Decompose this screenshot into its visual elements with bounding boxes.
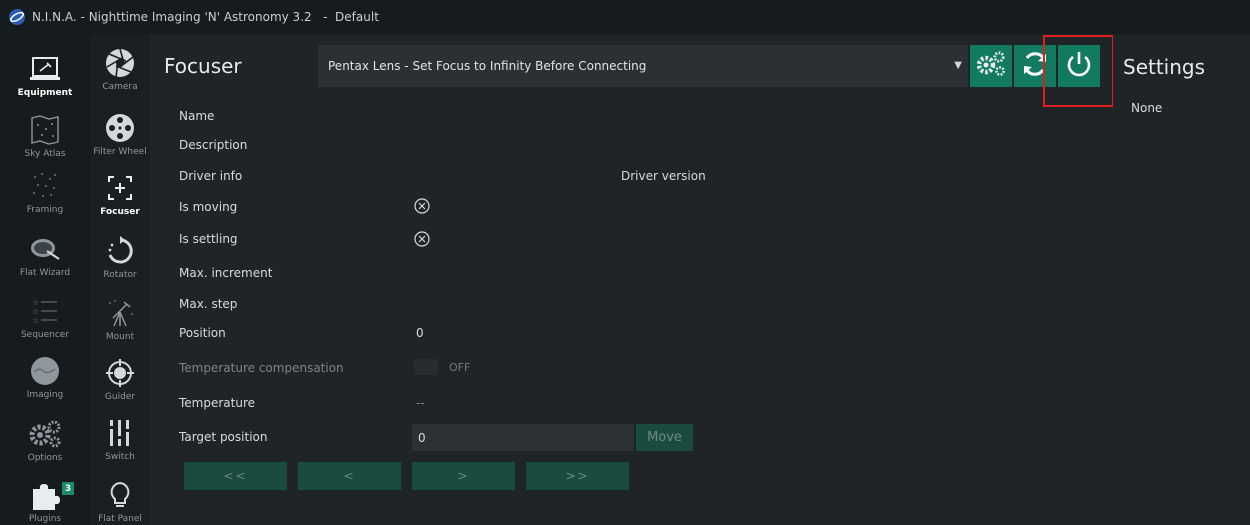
nina-logo-icon xyxy=(8,8,26,26)
nav-label: Sky Atlas xyxy=(24,149,66,159)
nav-filter-wheel[interactable]: Filter Wheel xyxy=(90,111,150,157)
target-position-input[interactable]: 0 xyxy=(412,424,634,451)
nav-focuser[interactable]: Focuser xyxy=(90,171,150,217)
settings-title: Settings xyxy=(1123,55,1206,79)
nav-sequencer[interactable]: ☆ ☆ ☆ Sequencer xyxy=(0,294,90,340)
gears-icon xyxy=(974,50,1008,82)
description-label: Description xyxy=(179,138,248,152)
title-bar: N.I.N.A. - Nighttime Imaging 'N' Astrono… xyxy=(0,0,1250,34)
equipment-nav: Camera Filter Wheel Focuser Rotator Moun… xyxy=(90,34,150,525)
nav-label: Flat Panel xyxy=(98,514,142,524)
focuser-icon xyxy=(102,171,138,205)
settings-value: None xyxy=(1131,101,1163,115)
nav-flat-panel[interactable]: Flat Panel xyxy=(90,478,150,524)
nav-options[interactable]: Options xyxy=(0,417,90,463)
nav-switch[interactable]: Switch xyxy=(90,416,150,462)
rotator-icon xyxy=(102,234,138,268)
nav-label: Filter Wheel xyxy=(93,147,147,157)
nav-framing[interactable]: Framing xyxy=(0,169,90,215)
driver-version-label: Driver version xyxy=(621,169,706,183)
gears-icon xyxy=(27,417,63,451)
nav-equipment[interactable]: Equipment xyxy=(0,52,90,98)
flat-wizard-icon xyxy=(27,232,63,266)
chevron-down-icon: ▼ xyxy=(954,60,962,71)
guider-icon xyxy=(102,356,138,390)
temperature-value: -- xyxy=(416,396,425,410)
nav-label: Guider xyxy=(104,392,136,402)
svg-text:☆: ☆ xyxy=(32,298,39,307)
aperture-icon xyxy=(102,46,138,80)
temperature-compensation-toggle[interactable] xyxy=(414,359,438,375)
page-title: Focuser xyxy=(164,54,242,78)
driver-info-label: Driver info xyxy=(179,169,243,183)
sequencer-icon: ☆ ☆ ☆ xyxy=(27,294,63,328)
nav-label: Plugins xyxy=(28,514,62,524)
step-far-out-button[interactable]: >> xyxy=(526,462,629,490)
nav-label: Flat Wizard xyxy=(19,268,71,278)
nav-label: Rotator xyxy=(103,270,137,280)
is-settling-label: Is settling xyxy=(179,232,238,246)
is-moving-label: Is moving xyxy=(179,200,238,214)
nav-label: Camera xyxy=(102,82,138,92)
framing-icon xyxy=(27,169,63,203)
nav-label: Focuser xyxy=(100,207,140,217)
max-increment-label: Max. increment xyxy=(179,266,273,280)
temperature-compensation-label: Temperature compensation xyxy=(179,361,344,375)
nav-mount[interactable]: Mount xyxy=(90,296,150,342)
nav-guider[interactable]: Guider xyxy=(90,356,150,402)
max-step-label: Max. step xyxy=(179,297,238,311)
filter-wheel-icon xyxy=(102,111,138,145)
svg-text:☆: ☆ xyxy=(32,316,39,325)
step-out-button[interactable]: > xyxy=(412,462,515,490)
temperature-label: Temperature xyxy=(179,396,256,410)
nav-label: Sequencer xyxy=(20,330,70,340)
settings-panel: Settings None xyxy=(1113,34,1250,525)
switch-icon xyxy=(102,416,138,450)
device-settings-button[interactable] xyxy=(970,45,1012,87)
svg-text:☆: ☆ xyxy=(32,307,39,316)
window-title: N.I.N.A. - Nighttime Imaging 'N' Astrono… xyxy=(32,10,379,24)
nav-imaging[interactable]: Imaging xyxy=(0,354,90,400)
step-far-in-button[interactable]: << xyxy=(184,462,287,490)
nav-label: Framing xyxy=(26,205,64,215)
plugins-update-badge: 3 xyxy=(62,482,74,495)
star-map-icon xyxy=(27,113,63,147)
toggle-state: OFF xyxy=(449,361,471,374)
nav-camera[interactable]: Camera xyxy=(90,46,150,92)
mount-icon xyxy=(102,296,138,330)
nav-sky-atlas[interactable]: Sky Atlas xyxy=(0,113,90,159)
name-label: Name xyxy=(179,109,215,123)
nav-flat-wizard[interactable]: Flat Wizard xyxy=(0,232,90,278)
nav-label: Switch xyxy=(105,452,135,462)
puzzle-icon xyxy=(27,478,63,512)
nav-label: Options xyxy=(27,453,63,463)
nav-label: Imaging xyxy=(26,390,64,400)
move-button[interactable]: Move xyxy=(636,424,693,451)
imaging-icon xyxy=(27,354,63,388)
focuser-panel: Focuser Pentax Lens - Set Focus to Infin… xyxy=(150,34,1114,525)
target-position-label: Target position xyxy=(179,430,268,444)
nav-rotator[interactable]: Rotator xyxy=(90,234,150,280)
position-value: 0 xyxy=(416,326,424,340)
primary-nav: Equipment Sky Atlas Framing Flat Wizard … xyxy=(0,34,90,525)
device-selector[interactable]: Pentax Lens - Set Focus to Infinity Befo… xyxy=(318,45,968,87)
flat-panel-icon xyxy=(102,478,138,512)
nav-label: Mount xyxy=(105,332,135,342)
x-circle-icon xyxy=(414,198,430,214)
nav-label: Equipment xyxy=(17,88,73,98)
position-label: Position xyxy=(179,326,226,340)
highlight-box xyxy=(1043,35,1114,107)
telescope-laptop-icon xyxy=(27,52,63,86)
x-circle-icon xyxy=(414,231,430,247)
step-in-button[interactable]: < xyxy=(298,462,401,490)
nav-plugins[interactable]: Plugins xyxy=(0,478,90,524)
selected-device: Pentax Lens - Set Focus to Infinity Befo… xyxy=(328,59,647,73)
